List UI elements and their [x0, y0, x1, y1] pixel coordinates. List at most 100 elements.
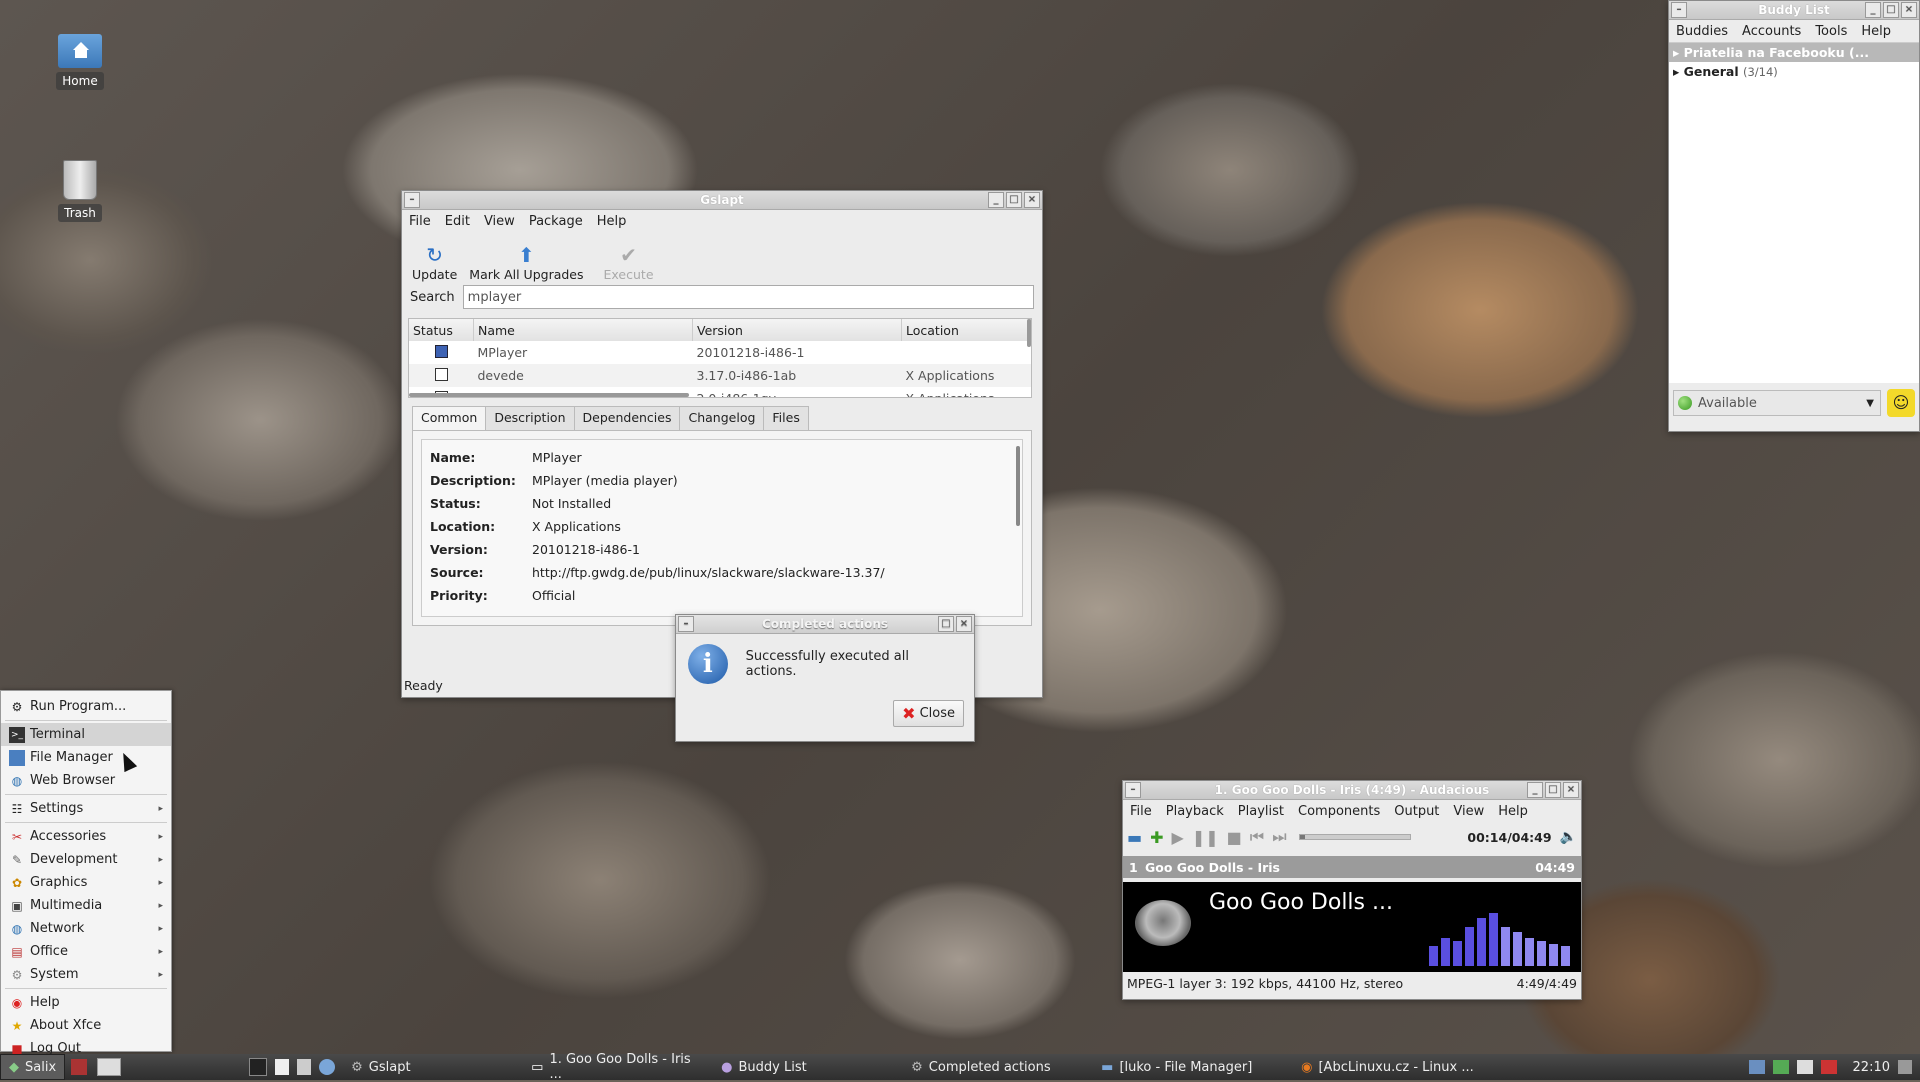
show-desktop-icon[interactable]: [97, 1058, 122, 1076]
close-dialog-button[interactable]: ✖ Close: [893, 700, 964, 727]
stop-icon[interactable]: ■: [1227, 828, 1242, 847]
details-scrollbar[interactable]: [1016, 446, 1020, 526]
column-version[interactable]: Version: [692, 319, 902, 341]
maximize-button[interactable]: □: [1006, 192, 1022, 208]
close-button[interactable]: ×: [956, 616, 972, 632]
seek-slider[interactable]: [1298, 834, 1411, 840]
menu-item-help[interactable]: ◉ Help: [1, 991, 171, 1014]
menu-item-graphics[interactable]: ✿ Graphics ▸: [1, 871, 171, 894]
close-button[interactable]: ×: [1024, 192, 1040, 208]
network-tray-icon[interactable]: [1748, 1060, 1765, 1074]
clock[interactable]: 22:10: [1853, 1060, 1890, 1075]
desktop-icon-home[interactable]: Home: [44, 34, 116, 90]
menu-view[interactable]: View: [477, 214, 522, 229]
menu-item-office[interactable]: ▤ Office ▸: [1, 940, 171, 963]
tab-common[interactable]: Common: [412, 406, 487, 430]
menu-help[interactable]: Help: [1854, 24, 1898, 39]
task-completed-actions[interactable]: ⚙ Completed actions: [901, 1055, 1091, 1079]
menu-item-web-browser[interactable]: ◍ Web Browser: [1, 769, 171, 792]
search-input[interactable]: [462, 285, 1034, 309]
add-icon[interactable]: ✚: [1150, 828, 1163, 847]
gslapt-titlebar[interactable]: – Gslapt _ □ ×: [402, 191, 1042, 210]
menu-item-about-xfce[interactable]: ★ About Xfce: [1, 1014, 171, 1037]
menu-file[interactable]: File: [1123, 804, 1159, 819]
calculator-launcher-icon[interactable]: [297, 1059, 312, 1075]
task-gslapt[interactable]: ⚙ Gslapt: [341, 1055, 521, 1079]
tab-dependencies[interactable]: Dependencies: [573, 406, 681, 430]
menu-tools[interactable]: Tools: [1808, 24, 1854, 39]
dialog-titlebar[interactable]: – Completed actions □ ×: [676, 615, 974, 634]
launcher-red-icon[interactable]: [71, 1059, 88, 1075]
task-browser[interactable]: ◉ [AbcLinuxu.cz - Linux ...: [1291, 1055, 1491, 1079]
column-name[interactable]: Name: [473, 319, 693, 341]
menu-view[interactable]: View: [1446, 804, 1491, 819]
close-button[interactable]: ×: [1563, 782, 1579, 798]
start-button[interactable]: ◆ Salix: [0, 1054, 66, 1080]
menu-item-settings[interactable]: ☷ Settings ▸: [1, 797, 171, 820]
maximize-button[interactable]: □: [1883, 2, 1899, 18]
open-folder-icon[interactable]: ▬: [1127, 828, 1142, 847]
menu-playback[interactable]: Playback: [1159, 804, 1231, 819]
editor-launcher-icon[interactable]: [275, 1059, 290, 1075]
updates-tray-icon[interactable]: [1772, 1060, 1789, 1074]
browser-launcher-icon[interactable]: [319, 1059, 336, 1075]
power-tray-icon[interactable]: [1898, 1060, 1912, 1074]
mark-all-upgrades-button[interactable]: ⬆ Mark All Upgrades: [463, 243, 589, 282]
menu-playlist[interactable]: Playlist: [1231, 804, 1291, 819]
menu-item-accessories[interactable]: ✂ Accessories ▸: [1, 825, 171, 848]
menu-edit[interactable]: Edit: [438, 214, 477, 229]
pause-icon[interactable]: ❚❚: [1192, 828, 1219, 847]
menu-buddies[interactable]: Buddies: [1669, 24, 1735, 39]
window-menu-button[interactable]: –: [1671, 2, 1687, 18]
menu-item-run-program[interactable]: ⚙ Run Program...: [1, 695, 171, 718]
menu-package[interactable]: Package: [522, 214, 590, 229]
window-menu-button[interactable]: –: [1125, 782, 1141, 798]
avatar[interactable]: ☺: [1887, 389, 1915, 417]
maximize-button[interactable]: □: [938, 616, 954, 632]
menu-components[interactable]: Components: [1291, 804, 1387, 819]
minimize-button[interactable]: _: [1865, 2, 1881, 18]
table-row[interactable]: devede 3.17.0-i486-1ab X Applications: [409, 364, 1031, 387]
terminal-launcher-icon[interactable]: [249, 1058, 268, 1076]
task-buddy-list[interactable]: ● Buddy List: [711, 1055, 901, 1079]
menu-output[interactable]: Output: [1387, 804, 1446, 819]
close-button[interactable]: ×: [1901, 2, 1917, 18]
next-icon[interactable]: ⏭: [1272, 827, 1286, 847]
minimize-button[interactable]: _: [1527, 782, 1543, 798]
tab-changelog[interactable]: Changelog: [679, 406, 765, 430]
playlist-row[interactable]: 1 Goo Goo Dolls - Iris 04:49: [1123, 856, 1581, 878]
tab-files[interactable]: Files: [763, 406, 809, 430]
task-audacious[interactable]: ▭ 1. Goo Goo Dolls - Iris ...: [521, 1052, 711, 1082]
printer-tray-icon[interactable]: [1796, 1060, 1813, 1074]
column-status[interactable]: Status: [409, 319, 474, 341]
menu-item-terminal[interactable]: >_ Terminal: [1, 723, 171, 746]
menu-file[interactable]: File: [402, 214, 438, 229]
menu-help[interactable]: Help: [1491, 804, 1535, 819]
menu-accounts[interactable]: Accounts: [1735, 24, 1808, 39]
table-row[interactable]: MPlayer 20101218-i486-1: [409, 341, 1031, 364]
vertical-scrollbar[interactable]: [1027, 319, 1031, 347]
tab-description[interactable]: Description: [485, 406, 575, 430]
column-location[interactable]: Location: [901, 319, 1031, 341]
previous-icon[interactable]: ⏮: [1250, 827, 1264, 847]
update-button[interactable]: ↻ Update: [406, 243, 463, 282]
maximize-button[interactable]: □: [1545, 782, 1561, 798]
minimize-button[interactable]: _: [988, 192, 1004, 208]
play-icon[interactable]: ▶: [1172, 828, 1184, 847]
buddy-group[interactable]: ▸ General (3/14): [1669, 62, 1919, 81]
menu-item-network[interactable]: ◍ Network ▸: [1, 917, 171, 940]
buddy-titlebar[interactable]: – Buddy List _ □ ×: [1669, 1, 1919, 20]
buddy-group[interactable]: ▸ Priatelia na Facebooku (...: [1669, 43, 1919, 62]
battery-tray-icon[interactable]: [1820, 1060, 1837, 1074]
task-file-manager[interactable]: ▬ [luko - File Manager]: [1091, 1055, 1291, 1079]
status-selector[interactable]: Available ▼: [1673, 390, 1881, 416]
desktop-icon-trash[interactable]: Trash: [44, 160, 116, 222]
horizontal-scrollbar[interactable]: [409, 393, 689, 397]
menu-item-system[interactable]: ⚙ System ▸: [1, 963, 171, 986]
window-menu-button[interactable]: –: [678, 616, 694, 632]
status-checkbox[interactable]: [434, 367, 448, 381]
window-menu-button[interactable]: –: [404, 192, 420, 208]
menu-help[interactable]: Help: [590, 214, 634, 229]
menu-item-development[interactable]: ✎ Development ▸: [1, 848, 171, 871]
execute-button[interactable]: ✔ Execute: [590, 243, 660, 282]
